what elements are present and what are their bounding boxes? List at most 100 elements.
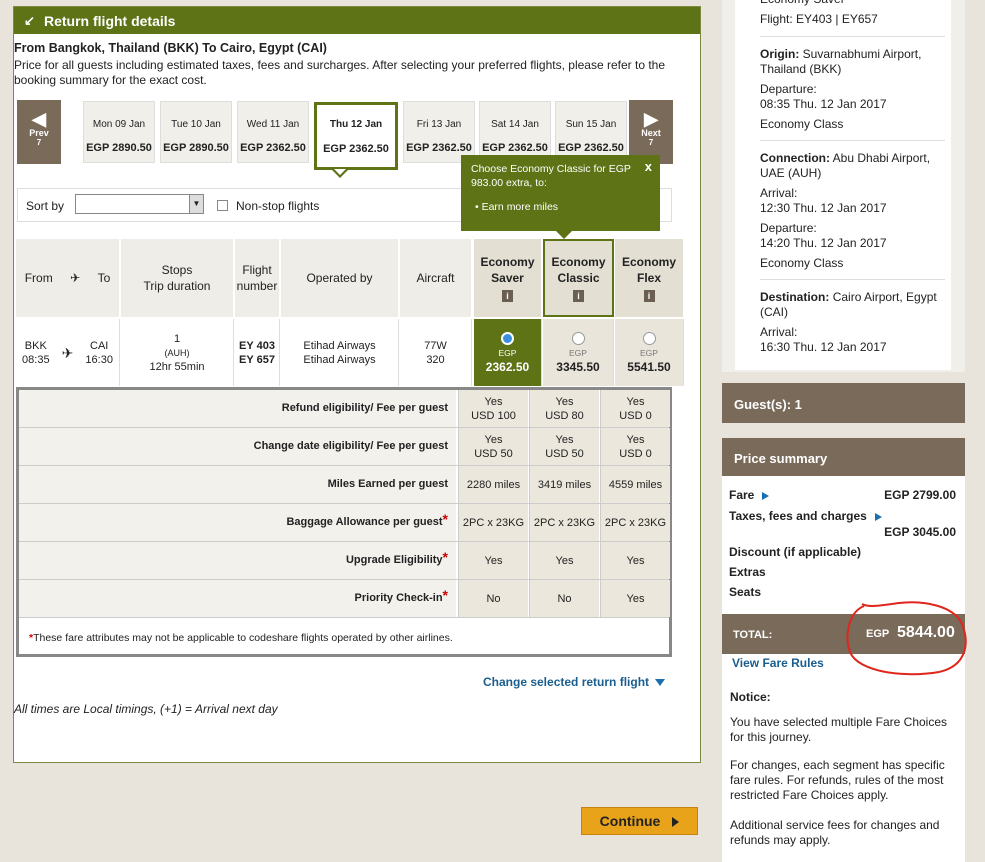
header-stops-label: Stops xyxy=(161,263,193,277)
value-line: USD 80 xyxy=(545,409,584,422)
attribute-label-text: Change date eligibility/ Fee per guest xyxy=(253,440,448,452)
value-line: USD 50 xyxy=(474,447,513,460)
extras-label: Extras xyxy=(729,565,766,579)
value-line: Yes xyxy=(626,433,645,446)
fare-radio-selected[interactable] xyxy=(501,331,514,345)
attribute-value: Yes xyxy=(529,542,599,579)
fare-option-flex[interactable]: EGP 5541.50 xyxy=(615,319,684,386)
value-line: Yes xyxy=(626,592,645,605)
date-option[interactable]: Wed 11 Jan EGP 2362.50 xyxy=(237,101,309,163)
origin-value-2: Thailand (BKK) xyxy=(760,62,842,76)
flight-number: EY 403 xyxy=(239,339,275,352)
fare-header-classic[interactable]: Economy Classic i xyxy=(543,239,614,317)
destination-value-2: (CAI) xyxy=(760,305,788,319)
info-icon[interactable]: i xyxy=(502,290,513,302)
date-option[interactable]: Fri 13 Jan EGP 2362.50 xyxy=(403,101,475,163)
expand-arrow-icon[interactable] xyxy=(874,512,882,521)
continue-button[interactable]: Continue xyxy=(581,807,698,835)
annotation-circle xyxy=(846,601,967,676)
from-code: BKK xyxy=(24,339,47,352)
connection-value-2: UAE (AUH) xyxy=(760,166,822,180)
change-flight-link[interactable]: Change selected return flight xyxy=(483,675,666,689)
sort-select[interactable]: ▼ xyxy=(75,194,204,214)
nonstop-checkbox[interactable] xyxy=(217,200,228,211)
fare-option-saver[interactable]: EGP 2362.50 xyxy=(474,319,542,386)
value-line: No xyxy=(557,592,572,605)
header-stops: Stops Trip duration xyxy=(121,239,234,317)
value-line: 4559 miles xyxy=(608,478,663,491)
connection-line: Connection: Abu Dhabi Airport, xyxy=(760,151,930,166)
fare-option-classic[interactable]: EGP 3345.50 xyxy=(543,319,614,386)
header-duration-label: Trip duration xyxy=(143,279,211,293)
close-icon[interactable]: x xyxy=(645,160,652,174)
required-marker: * xyxy=(442,587,448,603)
value-line: Yes xyxy=(484,433,503,446)
row-operated-by: Etihad Airways Etihad Airways xyxy=(281,319,399,386)
departure-label: Departure: xyxy=(760,221,817,235)
header-flight-label: Flight number xyxy=(236,263,278,293)
trip-duration: 12hr 55min xyxy=(149,360,205,373)
fare-name: Classic xyxy=(557,271,600,285)
flight-number: EY 657 xyxy=(239,353,275,366)
continue-label: Continue xyxy=(599,813,661,829)
prev-dates-button[interactable]: ◀ Prev 7 xyxy=(17,100,61,164)
cabin-class: Economy Saver xyxy=(760,0,845,7)
date-label: Tue 10 Jan xyxy=(171,119,221,130)
divider xyxy=(760,36,945,37)
attribute-label-text: Refund eligibility/ Fee per guest xyxy=(281,402,448,414)
attribute-row: Upgrade Eligibility* Yes Yes Yes xyxy=(19,542,670,580)
date-label: Thu 12 Jan xyxy=(329,119,383,130)
tooltip-bullet: • Earn more miles xyxy=(475,201,559,213)
next-label: Next xyxy=(641,128,661,138)
fare-radio[interactable] xyxy=(642,331,656,345)
date-option[interactable]: Sun 15 Jan EGP 2362.50 xyxy=(555,101,627,163)
fare-price: 3345.50 xyxy=(556,359,600,374)
header-aircraft-label: Aircraft xyxy=(416,271,455,285)
fare-currency: EGP xyxy=(498,347,517,358)
departure-label: Departure: xyxy=(760,82,817,96)
fare-radio[interactable] xyxy=(571,331,585,345)
value-line: Yes xyxy=(484,554,503,567)
panel-header[interactable]: ↙ Return flight details xyxy=(14,7,700,34)
info-icon[interactable]: i xyxy=(573,290,584,302)
nonstop-label[interactable]: Non-stop flights xyxy=(236,199,319,213)
next-count: 7 xyxy=(648,138,654,147)
value-line: 2280 miles xyxy=(466,478,521,491)
attribute-label: Refund eligibility/ Fee per guest xyxy=(19,390,456,427)
date-price: EGP 2362.50 xyxy=(323,143,389,155)
from-time: 08:35 xyxy=(22,353,50,366)
info-icon[interactable]: i xyxy=(643,290,655,302)
date-option[interactable]: Mon 09 Jan EGP 2890.50 xyxy=(83,101,155,163)
selected-date-pointer-inner xyxy=(334,169,346,175)
value-line: USD 0 xyxy=(619,447,652,460)
date-label: Wed 11 Jan xyxy=(246,119,300,130)
value-line: 2PC x 23KG xyxy=(462,516,525,529)
header-aircraft: Aircraft xyxy=(400,239,472,317)
row-flight-number: EY 403 EY 657 xyxy=(235,319,280,386)
dropdown-arrow-icon[interactable]: ▼ xyxy=(189,195,203,213)
fare-header-saver[interactable]: Economy Saver i xyxy=(474,239,542,317)
attribute-row: Change date eligibility/ Fee per guest Y… xyxy=(19,428,670,466)
departure-time: 14:20 Thu. 12 Jan 2017 xyxy=(760,236,887,250)
taxes-value: EGP 3045.00 xyxy=(884,525,956,539)
attribute-value: Yes USD 80 xyxy=(529,390,599,427)
value-line: No xyxy=(486,592,501,605)
fare-header-flex[interactable]: Economy Flex i xyxy=(615,239,684,317)
guests-header[interactable]: Guest(s): 1 xyxy=(722,383,965,423)
arrival-time: 16:30 Thu. 12 Jan 2017 xyxy=(760,340,887,354)
fare-row-label[interactable]: Fare xyxy=(729,488,770,502)
arrival-label: Arrival: xyxy=(760,186,798,200)
expand-arrow-icon[interactable] xyxy=(762,491,770,500)
value-line: USD 0 xyxy=(619,409,652,422)
divider xyxy=(760,140,945,141)
date-label: Sun 15 Jan xyxy=(565,119,617,130)
required-marker: * xyxy=(442,549,448,565)
stops-via: (AUH) xyxy=(164,347,190,358)
fare-price: 5541.50 xyxy=(627,359,671,374)
date-option[interactable]: Sat 14 Jan EGP 2362.50 xyxy=(479,101,551,163)
date-option[interactable]: Tue 10 Jan EGP 2890.50 xyxy=(160,101,232,163)
view-fare-rules-link[interactable]: View Fare Rules xyxy=(732,656,824,670)
date-option-selected[interactable]: Thu 12 Jan EGP 2362.50 xyxy=(314,102,398,170)
collapse-arrow-icon[interactable]: ↙ xyxy=(24,13,36,29)
taxes-row-label[interactable]: Taxes, fees and charges xyxy=(729,509,882,523)
